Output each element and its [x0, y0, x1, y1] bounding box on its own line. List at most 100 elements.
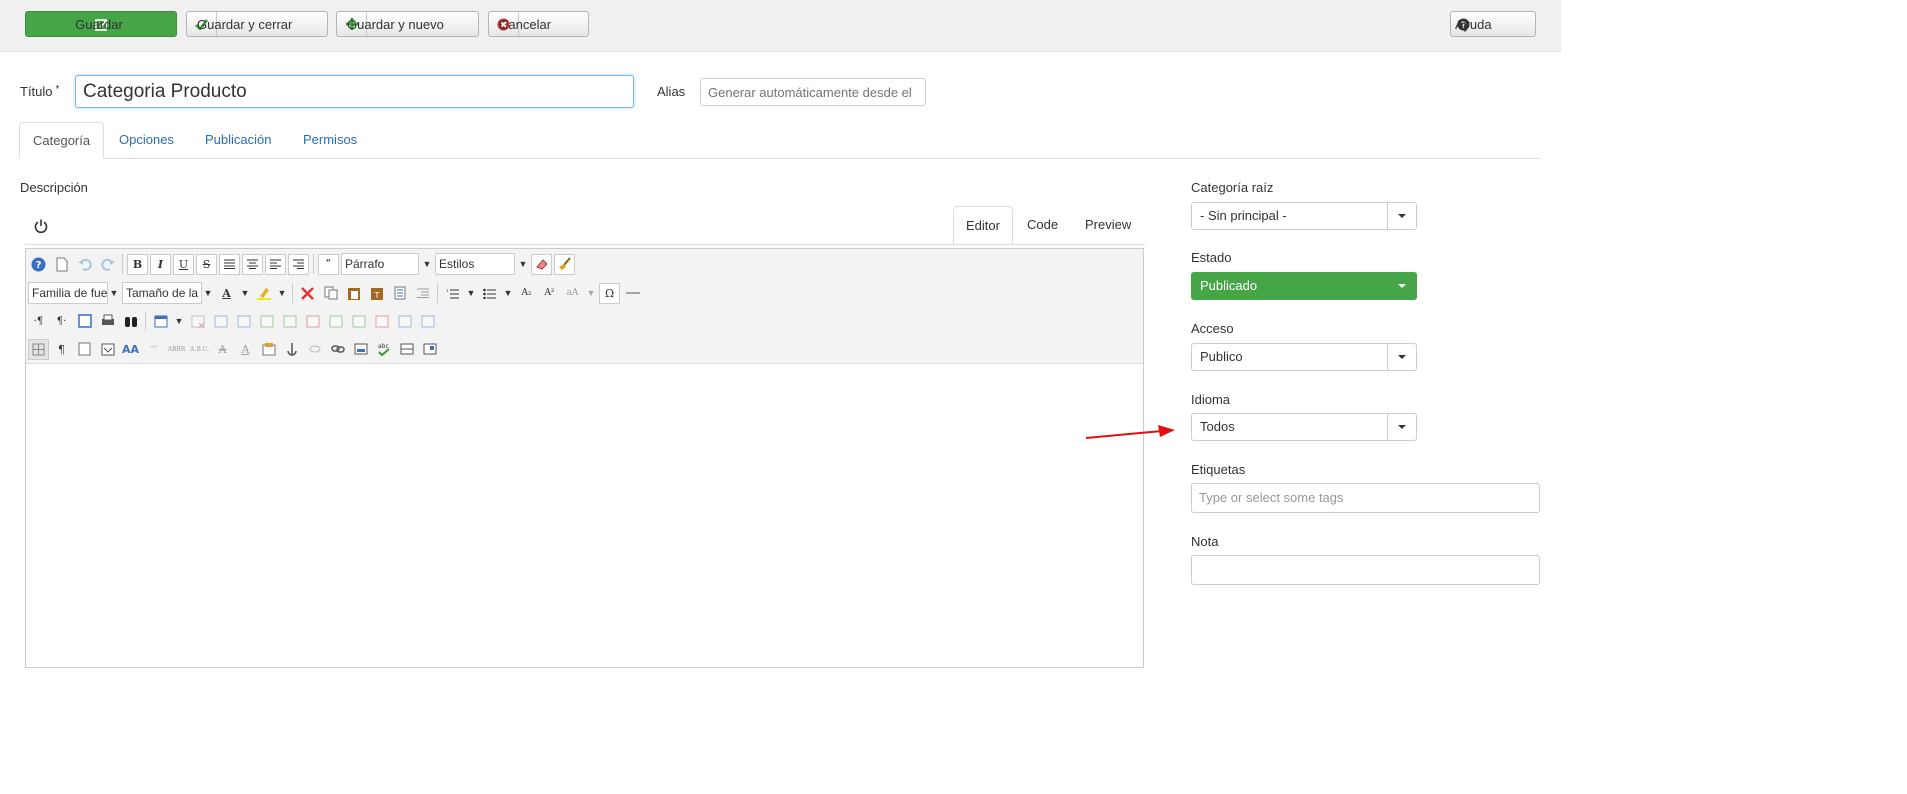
print-icon[interactable] — [97, 311, 118, 332]
bold-icon[interactable]: B — [127, 253, 148, 275]
alias-input[interactable] — [700, 78, 926, 106]
format-select[interactable]: Párrafo — [341, 253, 419, 275]
save-close-button[interactable]: Guardar y cerrar — [186, 11, 328, 37]
strikethrough-icon[interactable]: S — [196, 253, 217, 275]
cancel-button[interactable]: Cancelar — [488, 11, 589, 37]
align-justify-icon[interactable] — [219, 253, 240, 275]
chevron-down-icon[interactable]: ▼ — [502, 282, 514, 304]
insert-col-after-icon[interactable] — [348, 311, 369, 332]
tab-code[interactable]: Code — [1015, 206, 1070, 244]
row-props-icon[interactable] — [210, 311, 231, 332]
copy-icon[interactable] — [320, 283, 341, 304]
abbr-icon[interactable]: ABBR — [166, 339, 187, 360]
table-icon[interactable] — [150, 311, 171, 332]
numbered-list-icon[interactable]: 1 — [442, 283, 463, 304]
tab-publicacion[interactable]: Publicación — [192, 122, 285, 158]
save-new-button[interactable]: Guardar y nuevo — [336, 11, 479, 37]
style-props-icon[interactable]: AA — [120, 339, 141, 360]
split-cells-icon[interactable] — [394, 311, 415, 332]
media-icon[interactable] — [419, 339, 440, 360]
tab-editor[interactable]: Editor — [953, 206, 1013, 246]
chevron-down-icon[interactable]: ▼ — [173, 310, 185, 332]
page-break-icon[interactable] — [74, 339, 95, 360]
text-color-icon[interactable]: A — [216, 283, 237, 304]
insert-row-after-icon[interactable] — [279, 311, 300, 332]
underline-icon[interactable]: U — [173, 253, 194, 275]
undo-icon[interactable] — [74, 254, 95, 275]
chevron-down-icon[interactable]: ▼ — [202, 282, 214, 304]
chevron-down-icon[interactable]: ▼ — [276, 282, 288, 304]
cite-icon[interactable]: “” — [143, 339, 164, 360]
insert-text-icon[interactable]: A — [235, 339, 256, 360]
fullscreen-icon[interactable] — [74, 311, 95, 332]
paste-word-icon[interactable] — [389, 283, 410, 304]
ltr-direction-icon[interactable]: ·¶ — [28, 311, 49, 332]
power-toggle-icon[interactable] — [33, 218, 49, 234]
subscript-icon[interactable]: A₂ — [516, 283, 537, 304]
indent-icon[interactable] — [412, 283, 433, 304]
search-binoculars-icon[interactable] — [120, 311, 141, 332]
merge-cells-icon[interactable] — [417, 311, 438, 332]
template-icon[interactable] — [97, 339, 118, 360]
chevron-down-icon[interactable]: ▼ — [421, 253, 433, 275]
align-center-icon[interactable] — [242, 253, 263, 275]
language-select[interactable]: Todos — [1191, 413, 1417, 441]
title-input[interactable] — [75, 75, 634, 108]
redo-icon[interactable] — [97, 254, 118, 275]
highlight-color-icon[interactable] — [253, 283, 274, 304]
align-left-icon[interactable] — [265, 253, 286, 275]
rtl-direction-icon[interactable]: ¶· — [51, 311, 72, 332]
delete-row-icon[interactable] — [302, 311, 323, 332]
omega-special-char-icon[interactable]: Ω — [599, 282, 620, 304]
new-document-icon[interactable] — [51, 254, 72, 275]
italic-icon[interactable]: I — [150, 253, 171, 275]
font-size-select[interactable]: Tamaño de la — [122, 282, 202, 304]
paste-text-icon[interactable]: T — [366, 283, 387, 304]
tab-opciones[interactable]: Opciones — [106, 122, 187, 158]
tab-categoria[interactable]: Categoría — [19, 122, 105, 159]
note-input[interactable] — [1191, 555, 1540, 585]
font-family-select[interactable]: Familia de fue — [28, 282, 108, 304]
insert-col-before-icon[interactable] — [325, 311, 346, 332]
save-button[interactable]: Guardar — [25, 11, 177, 37]
cut-icon[interactable] — [297, 283, 318, 304]
align-right-icon[interactable] — [288, 253, 309, 275]
attributes-icon[interactable] — [258, 339, 279, 360]
chevron-down-icon[interactable]: ▼ — [108, 282, 120, 304]
cell-props-icon[interactable] — [233, 311, 254, 332]
access-select[interactable]: Publico — [1191, 343, 1417, 371]
bullet-list-icon[interactable] — [479, 283, 500, 304]
image-icon[interactable] — [350, 339, 371, 360]
chevron-down-icon[interactable]: ▼ — [465, 282, 477, 304]
paste-icon[interactable] — [343, 283, 364, 304]
acronym-icon[interactable]: A.B.C. — [189, 339, 210, 360]
styles-select[interactable]: Estilos — [435, 253, 515, 275]
spellcheck-icon[interactable]: abc — [373, 339, 394, 360]
anchor-icon[interactable] — [281, 339, 302, 360]
delete-text-icon[interactable]: A — [212, 339, 233, 360]
status-select[interactable]: Publicado — [1191, 272, 1417, 300]
chevron-down-icon[interactable]: ▼ — [239, 282, 251, 304]
show-blocks-pilcrow-icon[interactable]: ¶ — [51, 339, 72, 360]
chevron-down-icon[interactable]: ▼ — [517, 253, 529, 275]
insert-hr-block-icon[interactable] — [396, 339, 417, 360]
blockquote-icon[interactable]: “ — [318, 253, 339, 275]
unlink-icon[interactable] — [304, 339, 325, 360]
horizontal-rule-icon[interactable] — [622, 283, 643, 304]
tab-preview[interactable]: Preview — [1073, 206, 1143, 244]
delete-table-icon[interactable] — [187, 311, 208, 332]
link-icon[interactable] — [327, 339, 348, 360]
visual-aid-grid-icon[interactable] — [28, 338, 49, 360]
delete-col-icon[interactable] — [371, 311, 392, 332]
superscript-icon[interactable]: A² — [539, 283, 560, 304]
tab-permisos[interactable]: Permisos — [290, 122, 370, 158]
help-icon[interactable]: ? — [28, 254, 49, 275]
tags-input[interactable]: Type or select some tags — [1191, 483, 1540, 513]
insert-row-before-icon[interactable] — [256, 311, 277, 332]
cleanup-broom-icon[interactable] — [554, 253, 575, 275]
parent-category-select[interactable]: - Sin principal - — [1191, 202, 1417, 230]
character-map-text-icon[interactable]: aA — [562, 283, 583, 304]
eraser-icon[interactable] — [531, 253, 552, 275]
editor-content-area[interactable] — [26, 363, 1143, 663]
help-button[interactable]: ? Ayuda — [1450, 11, 1536, 37]
